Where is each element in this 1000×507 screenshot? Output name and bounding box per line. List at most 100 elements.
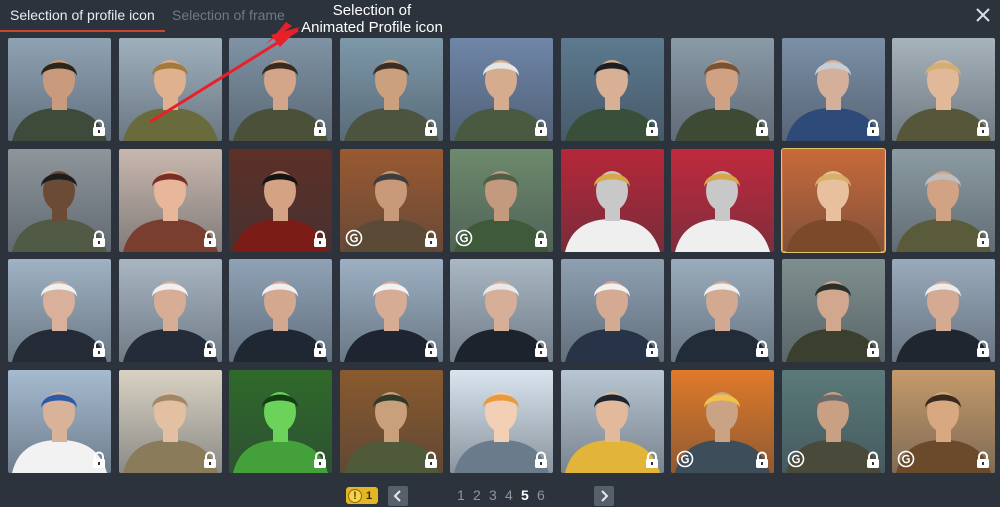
lock-icon	[533, 119, 549, 137]
lock-icon	[91, 230, 107, 248]
page-4[interactable]: 4	[505, 487, 513, 503]
portrait-image	[560, 148, 664, 252]
page-3[interactable]: 3	[489, 487, 497, 503]
profile-icon-tile[interactable]	[8, 148, 111, 252]
annotation-line-2: Animated Profile icon	[301, 19, 443, 36]
profile-icon-tile[interactable]	[118, 38, 222, 141]
lock-icon	[865, 119, 881, 137]
profile-icon-tile[interactable]	[8, 38, 111, 141]
lock-icon	[975, 230, 991, 248]
profile-icon-tile[interactable]	[8, 369, 111, 473]
portrait-image	[671, 148, 774, 252]
annotation-line-1: Selection of	[332, 2, 412, 19]
profile-icon-tile[interactable]	[781, 259, 885, 362]
profile-icon-tile[interactable]	[892, 259, 995, 362]
warning-coin-icon: !	[348, 488, 362, 503]
profile-icon-tile[interactable]	[892, 38, 995, 141]
profile-icon-tile[interactable]	[781, 38, 885, 141]
currency-badge: ! 1	[346, 487, 378, 504]
profile-icon-tile[interactable]	[450, 148, 553, 252]
gold-currency-icon	[787, 450, 805, 468]
lock-icon	[423, 451, 439, 469]
profile-icon-tile[interactable]	[229, 38, 332, 141]
profile-icon-tile[interactable]	[229, 259, 332, 362]
lock-icon	[533, 340, 549, 358]
profile-icon-tile[interactable]	[339, 369, 443, 473]
lock-icon	[312, 230, 328, 248]
tab-bar: Selection of profile icon Selection of f…	[0, 0, 1000, 32]
profile-icon-tile[interactable]	[339, 148, 443, 252]
gold-currency-icon	[455, 229, 473, 247]
pagination: ! 1 1 2 3 4 5 6	[0, 484, 1000, 507]
lock-icon	[975, 119, 991, 137]
profile-icon-tile[interactable]	[780, 147, 886, 253]
profile-icon-tile[interactable]	[560, 259, 664, 362]
lock-icon	[423, 340, 439, 358]
page-1[interactable]: 1	[457, 487, 465, 503]
profile-icon-tile[interactable]	[671, 38, 774, 141]
profile-icon-tile[interactable]	[229, 148, 332, 252]
profile-icon-tile[interactable]	[118, 148, 222, 252]
icon-grid	[8, 38, 995, 473]
lock-icon	[754, 119, 770, 137]
page-5[interactable]: 5	[521, 487, 529, 503]
tab-profile-icon[interactable]: Selection of profile icon	[0, 0, 165, 32]
lock-icon	[312, 340, 328, 358]
portrait-image	[781, 148, 885, 252]
profile-icon-tile[interactable]	[892, 148, 995, 252]
lock-icon	[644, 451, 660, 469]
profile-icon-tile[interactable]	[450, 259, 553, 362]
lock-icon	[91, 119, 107, 137]
profile-icon-tile[interactable]	[671, 369, 774, 473]
close-icon	[976, 8, 990, 22]
lock-icon	[202, 230, 218, 248]
lock-icon	[91, 451, 107, 469]
profile-icon-tile[interactable]	[8, 259, 111, 362]
previous-page-button[interactable]	[388, 486, 408, 506]
currency-count: 1	[366, 489, 373, 502]
gold-currency-icon	[897, 450, 915, 468]
tab-frame[interactable]: Selection of frame	[162, 0, 295, 32]
profile-icon-tile[interactable]	[339, 38, 443, 141]
page-2[interactable]: 2	[473, 487, 481, 503]
lock-icon	[423, 230, 439, 248]
portrait-image	[118, 38, 222, 141]
profile-icon-tile[interactable]	[781, 369, 885, 473]
lock-icon	[975, 451, 991, 469]
profile-icon-tile[interactable]	[118, 259, 222, 362]
profile-icon-tile[interactable]	[560, 148, 664, 252]
profile-icon-tile[interactable]	[450, 369, 553, 473]
page-6[interactable]: 6	[537, 487, 545, 503]
lock-icon	[423, 119, 439, 137]
lock-icon	[644, 119, 660, 137]
gold-currency-icon	[676, 450, 694, 468]
profile-icon-window: Selection of profile icon Selection of f…	[0, 0, 1000, 507]
lock-icon	[202, 340, 218, 358]
lock-icon	[754, 340, 770, 358]
profile-icon-tile[interactable]	[339, 259, 443, 362]
close-button[interactable]	[972, 4, 994, 26]
lock-icon	[312, 451, 328, 469]
profile-icon-tile[interactable]	[671, 148, 774, 252]
lock-icon	[865, 340, 881, 358]
profile-icon-tile[interactable]	[560, 369, 664, 473]
profile-icon-tile[interactable]	[560, 38, 664, 141]
profile-icon-tile[interactable]	[892, 369, 995, 473]
chevron-right-icon	[601, 490, 609, 502]
lock-icon	[202, 451, 218, 469]
annotation-label: Selection of Animated Profile icon	[296, 2, 448, 36]
lock-icon	[644, 340, 660, 358]
chevron-left-icon	[393, 490, 401, 502]
lock-icon	[533, 451, 549, 469]
profile-icon-tile[interactable]	[671, 259, 774, 362]
profile-icon-tile[interactable]	[229, 369, 332, 473]
profile-icon-tile[interactable]	[118, 369, 222, 473]
lock-icon	[975, 340, 991, 358]
next-page-button[interactable]	[594, 486, 614, 506]
lock-icon	[533, 230, 549, 248]
lock-icon	[312, 119, 328, 137]
gold-currency-icon	[345, 229, 363, 247]
profile-icon-tile[interactable]	[450, 38, 553, 141]
lock-icon	[754, 451, 770, 469]
lock-icon	[91, 340, 107, 358]
